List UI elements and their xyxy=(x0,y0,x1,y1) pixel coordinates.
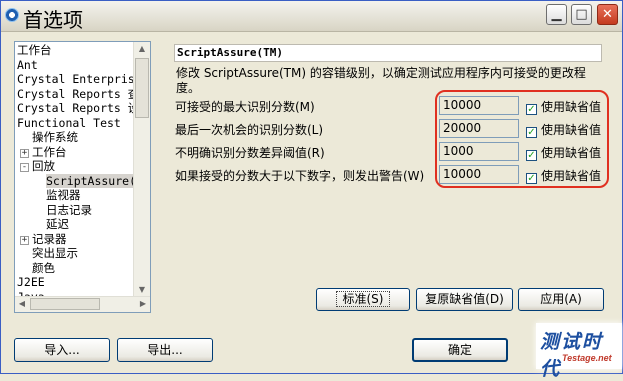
close-icon: ✕ xyxy=(602,7,613,22)
tree-item-label: Crystal Reports 查看 xyxy=(17,86,135,101)
warning-score-label: 如果接受的分数大于以下数字，则发出警告(W) xyxy=(175,169,425,183)
tree-item-label: J2EE xyxy=(17,275,45,289)
scroll-left-icon[interactable]: ◀ xyxy=(15,297,29,311)
tree-item[interactable]: J2EE xyxy=(16,275,135,290)
watermark-url: Testage.net xyxy=(562,353,612,363)
tree-item-label: Crystal Enterprise xyxy=(17,72,135,86)
last-chance-score-label: 最后一次机会的识别分数(L) xyxy=(175,123,324,137)
standard-button-label: 标准(S) xyxy=(335,291,391,307)
tree-item-label: 操作系统 xyxy=(32,130,78,144)
scroll-right-icon[interactable]: ▶ xyxy=(136,297,150,311)
tree-item[interactable]: + 记录器 xyxy=(16,232,135,247)
minimize-button[interactable]: ▁ xyxy=(546,4,567,25)
collapse-icon[interactable]: - xyxy=(20,163,29,172)
scroll-down-icon[interactable]: ▼ xyxy=(135,283,149,297)
tree-item-label: 工作台 xyxy=(32,144,67,159)
tree-item[interactable]: 日志记录 xyxy=(16,203,135,218)
tree-item[interactable]: 操作系统 xyxy=(16,130,135,145)
import-button[interactable]: 导入... xyxy=(14,338,110,362)
tree-item[interactable]: 延迟 xyxy=(16,217,135,232)
tree-item[interactable]: Ant xyxy=(16,58,135,73)
watermark-logo: 测试时代 Testage.net xyxy=(536,323,622,380)
expand-icon[interactable]: + xyxy=(20,235,29,245)
max-score-label: 可接受的最大识别分数(M) xyxy=(175,100,315,114)
tree-item-label: Ant xyxy=(17,57,38,72)
tree-items: 工作台 Ant Crystal Enterprise Crystal Reports … xyxy=(16,43,135,298)
tree-item-label: 日志记录 xyxy=(46,202,92,217)
tree-item[interactable]: Crystal Reports 查看 xyxy=(16,87,135,102)
minimize-icon: ▁ xyxy=(551,7,562,22)
tree-item[interactable]: 颜色 xyxy=(16,261,135,276)
page-title: ScriptAssure(TM) xyxy=(174,44,602,62)
vertical-scroll-thumb[interactable] xyxy=(135,58,149,118)
tree-item[interactable]: - 回放 xyxy=(16,159,135,174)
tree-item-label: 延迟 xyxy=(46,217,69,231)
tree-horizontal-scrollbar[interactable]: ◀ ▶ xyxy=(15,296,150,312)
tree-item[interactable]: ScriptAssure(TM) xyxy=(16,173,135,189)
tree-item-label: 突出显示 xyxy=(32,246,78,260)
tree-item[interactable]: 工作台 xyxy=(16,43,135,58)
tree-item[interactable]: + 工作台 xyxy=(16,145,135,160)
tree-item-label: 颜色 xyxy=(32,260,55,275)
tree-item[interactable]: 突出显示 xyxy=(16,246,135,261)
maximize-icon: □ xyxy=(575,7,588,22)
tree-item-label: 记录器 xyxy=(32,231,67,246)
tree-item-label: 回放 xyxy=(32,159,55,173)
scroll-up-icon[interactable]: ▲ xyxy=(135,42,149,56)
tree-item-label: Functional Test xyxy=(17,115,121,130)
maximize-button[interactable]: □ xyxy=(571,4,592,25)
horizontal-scroll-thumb[interactable] xyxy=(30,298,100,310)
title-bar[interactable]: 首选项 ▁ □ ✕ xyxy=(1,1,622,32)
ok-button[interactable]: 确定 xyxy=(412,338,508,362)
restore-defaults-button[interactable]: 复原缺省值(D) xyxy=(416,288,513,311)
tree-vertical-scrollbar[interactable]: ▲ ▼ xyxy=(133,42,150,297)
apply-button[interactable]: 应用(A) xyxy=(518,288,604,311)
export-button[interactable]: 导出... xyxy=(117,338,213,362)
tree-item[interactable]: Functional Test xyxy=(16,116,135,131)
app-icon xyxy=(5,8,19,22)
close-button[interactable]: ✕ xyxy=(597,4,618,25)
standard-button[interactable]: 标准(S) xyxy=(316,288,410,311)
tree-item-label: ScriptAssure(TM) xyxy=(46,173,135,188)
tree-item-label: 工作台 xyxy=(17,43,52,57)
ambiguous-threshold-label: 不明确识别分数差异阈值(R) xyxy=(175,146,325,160)
highlight-annotation xyxy=(435,90,609,188)
tree-item[interactable]: 监视器 xyxy=(16,188,135,203)
tree-item-label: Crystal Reports 设计 xyxy=(17,101,135,115)
tree-item-label: 监视器 xyxy=(46,188,81,202)
tree-item[interactable]: Crystal Reports 设计 xyxy=(16,101,135,116)
preference-tree[interactable]: 工作台 Ant Crystal Enterprise Crystal Reports … xyxy=(14,41,151,313)
tree-item[interactable]: Crystal Enterprise xyxy=(16,72,135,87)
expand-icon[interactable]: + xyxy=(20,148,29,158)
window-title: 首选项 xyxy=(23,8,83,32)
preferences-window: 首选项 ▁ □ ✕ 工作台 Ant Crystal Enterprise Crysta… xyxy=(0,0,623,380)
